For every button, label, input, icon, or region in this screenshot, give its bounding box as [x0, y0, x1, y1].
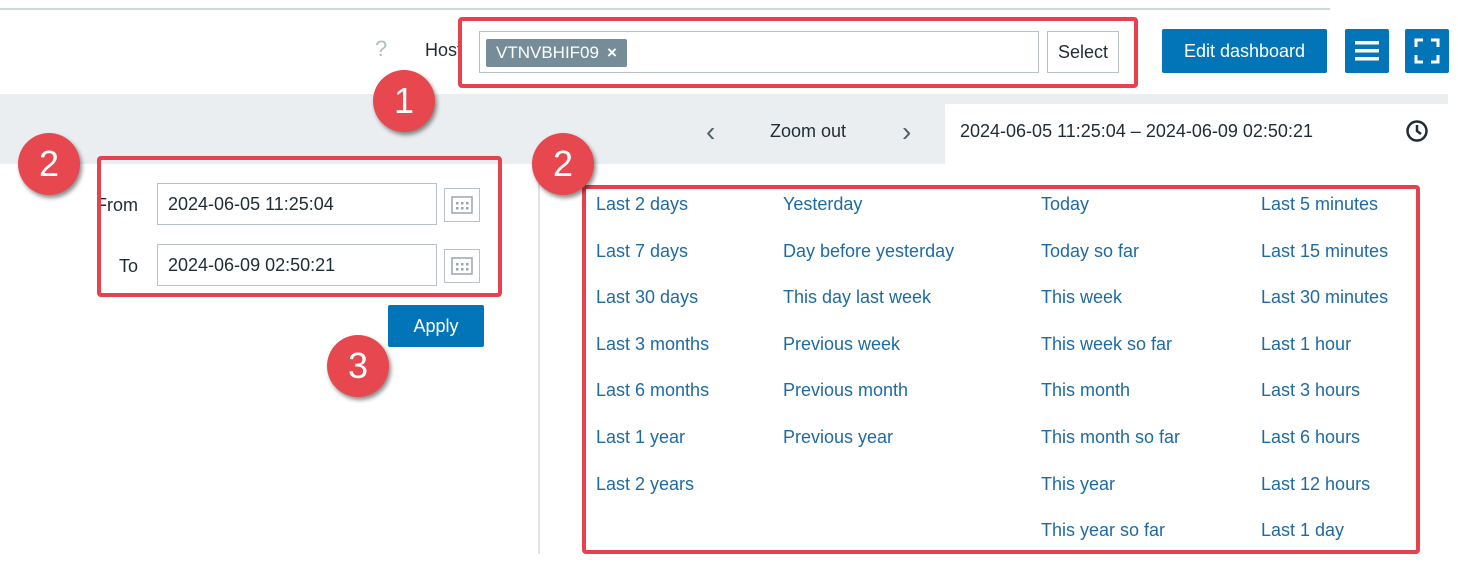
- step-badge-2-left: 2: [18, 133, 80, 195]
- time-range-label: 2024-06-05 11:25:04 – 2024-06-09 02:50:2…: [960, 121, 1313, 141]
- clock-icon: [1406, 120, 1428, 142]
- step-badge-2-right: 2: [532, 133, 594, 195]
- highlight-host-filter: [458, 17, 1138, 88]
- column-divider: [538, 164, 540, 554]
- fullscreen-button[interactable]: [1405, 29, 1449, 73]
- highlight-time-inputs: [97, 156, 502, 297]
- highlight-quick-ranges: [582, 185, 1420, 554]
- menu-button[interactable]: [1345, 29, 1389, 73]
- help-icon[interactable]: ?: [375, 36, 387, 62]
- host-label: Host: [425, 40, 463, 60]
- edit-dashboard-button[interactable]: Edit dashboard: [1162, 29, 1327, 73]
- zoom-out-button[interactable]: Zoom out: [770, 121, 846, 142]
- chevron-right-icon[interactable]: ›: [902, 116, 911, 148]
- step-badge-3: 3: [327, 335, 389, 397]
- fullscreen-icon: [1414, 38, 1440, 64]
- top-divider: [0, 0, 1330, 10]
- hamburger-icon: [1355, 41, 1379, 61]
- apply-button[interactable]: Apply: [388, 305, 484, 347]
- step-badge-1: 1: [373, 70, 435, 132]
- chevron-left-icon[interactable]: ‹: [706, 116, 715, 148]
